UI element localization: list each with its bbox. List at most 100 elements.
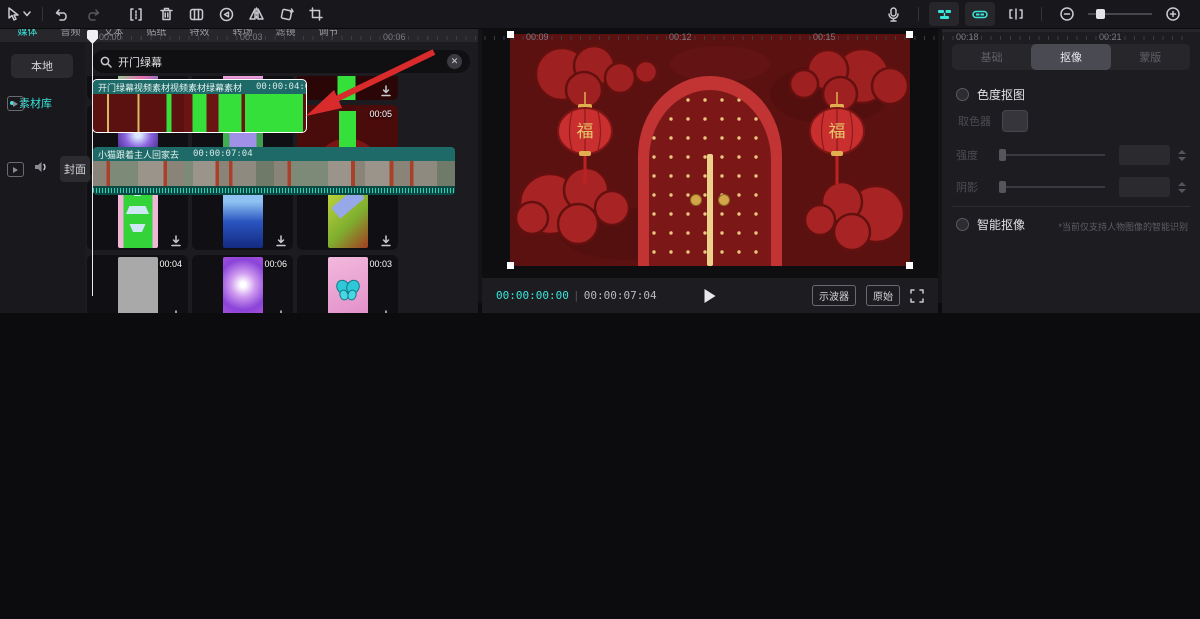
audio-waveform <box>93 186 455 195</box>
library-item[interactable]: 00:04 <box>87 255 188 313</box>
chevron-down-icon <box>23 11 31 17</box>
freeze-frame-button[interactable] <box>181 2 211 26</box>
divider <box>1041 7 1042 21</box>
download-icon[interactable] <box>380 309 392 313</box>
thumbnail <box>118 257 158 313</box>
oscilloscope-button[interactable]: 示波器 <box>812 285 856 306</box>
download-icon[interactable] <box>170 234 182 246</box>
overlay-track-icon[interactable] <box>7 96 24 111</box>
main-track-magnet-toggle[interactable] <box>929 2 959 26</box>
crop-icon <box>309 7 323 21</box>
slider-handle[interactable] <box>999 149 1006 161</box>
crop-button[interactable] <box>301 2 331 26</box>
timeline-ruler[interactable]: 00:00 00:03 00:06 00:09 00:12 00:15 00:1… <box>0 30 1200 48</box>
strength-value[interactable] <box>1119 145 1170 165</box>
shadow-stepper[interactable] <box>1178 182 1186 193</box>
cover-button[interactable]: 封面 <box>60 156 90 182</box>
download-icon[interactable] <box>275 309 287 313</box>
current-time: 00:00:00:00 <box>496 289 569 302</box>
play-icon[interactable] <box>705 289 716 303</box>
main-track-icon[interactable] <box>7 162 24 177</box>
strength-slider[interactable] <box>999 154 1105 156</box>
app-window: 媒体 音频 TI 文本 贴纸 特效 转场 <box>0 0 1200 619</box>
original-ratio-button[interactable]: 原始 <box>866 285 900 306</box>
library-item[interactable] <box>297 76 398 100</box>
mirror-button[interactable] <box>241 2 271 26</box>
clear-search-icon[interactable]: ✕ <box>447 54 462 69</box>
transform-handle[interactable] <box>906 31 913 38</box>
slider-handle[interactable] <box>999 181 1006 193</box>
mic-icon <box>888 7 899 22</box>
divider <box>918 7 919 21</box>
download-icon[interactable] <box>380 84 392 96</box>
delete-button[interactable] <box>151 2 181 26</box>
clip-filmstrip <box>93 94 306 132</box>
divider <box>42 7 43 21</box>
mirror-icon <box>248 7 265 21</box>
link-icon <box>972 9 988 20</box>
search-icon <box>100 56 112 68</box>
video-preview[interactable]: 福 福 <box>510 34 910 266</box>
preview-axis-icon <box>1008 8 1024 20</box>
reverse-icon <box>219 7 234 22</box>
shadow-slider[interactable] <box>999 186 1105 188</box>
freeze-icon <box>189 8 204 21</box>
playhead-line[interactable] <box>92 30 93 296</box>
checkbox[interactable] <box>956 218 969 231</box>
divider <box>952 206 1190 207</box>
zoom-in-icon[interactable] <box>1158 2 1188 26</box>
redo-button[interactable] <box>77 2 107 26</box>
strength-stepper[interactable] <box>1178 150 1186 161</box>
search-value: 开门绿幕 <box>118 54 162 70</box>
checkbox[interactable] <box>956 88 969 101</box>
select-tool-button[interactable] <box>0 2 38 26</box>
library-item[interactable]: 00:03 <box>297 255 398 313</box>
download-icon[interactable] <box>275 234 287 246</box>
reverse-button[interactable] <box>211 2 241 26</box>
zoom-out-icon[interactable] <box>1052 2 1082 26</box>
thumbnail <box>223 257 263 313</box>
local-tab[interactable]: 本地 <box>11 54 73 78</box>
split-button[interactable] <box>121 2 151 26</box>
library-item[interactable]: 00:06 <box>192 255 293 313</box>
transform-handle[interactable] <box>906 262 913 269</box>
record-voiceover-button[interactable] <box>878 2 908 26</box>
shadow-value[interactable] <box>1119 177 1170 197</box>
preview-frame-graphic: 福 福 <box>510 34 910 266</box>
shadow-row: 阴影 <box>956 178 1186 196</box>
transform-handle[interactable] <box>507 31 514 38</box>
color-picker-swatch[interactable] <box>1002 110 1028 132</box>
split-icon <box>129 8 143 21</box>
fullscreen-icon[interactable] <box>910 289 924 303</box>
total-duration: 00:00:07:04 <box>584 289 657 302</box>
clip-header: 开门绿幕视频素材视频素材绿幕素材 00:00:04:04 <box>93 80 306 94</box>
clip-greenscreen[interactable]: 开门绿幕视频素材视频素材绿幕素材 00:00:04:04 <box>93 80 306 132</box>
lantern-fu-char: 福 <box>829 122 846 141</box>
rotate-icon <box>279 7 294 22</box>
delete-icon <box>160 7 173 21</box>
clip-cat-video[interactable]: 小猫跟着主人回家去 00:00:07:04 <box>93 147 455 195</box>
player-controls: 00:00:00:00 | 00:00:07:04 示波器 原始 <box>482 278 938 313</box>
redo-icon <box>85 8 100 21</box>
chroma-key-toggle[interactable]: 色度抠图 <box>956 86 1025 103</box>
speaker-icon[interactable] <box>33 160 49 174</box>
clip-header: 小猫跟着主人回家去 00:00:07:04 <box>93 147 455 161</box>
zoom-slider[interactable] <box>1088 7 1152 21</box>
transform-handle[interactable] <box>507 262 514 269</box>
auto-snap-toggle[interactable] <box>965 2 995 26</box>
undo-button[interactable] <box>47 2 77 26</box>
zoom-slider-handle[interactable] <box>1096 9 1105 19</box>
download-icon[interactable] <box>170 309 182 313</box>
smart-keying-toggle[interactable]: 智能抠像 <box>956 216 1025 233</box>
player-stage: 福 福 <box>482 28 938 278</box>
preview-axis-toggle[interactable] <box>1001 2 1031 26</box>
timeline-toolbar <box>0 0 1200 29</box>
rotate-button[interactable] <box>271 2 301 26</box>
color-picker-label: 取色器 <box>958 113 991 129</box>
search-input[interactable]: 开门绿幕 ✕ <box>92 50 470 73</box>
smart-keying-hint: *当前仅支持人物图像的智能识别 <box>1058 220 1188 233</box>
download-icon[interactable] <box>380 234 392 246</box>
select-cursor-icon <box>7 7 20 21</box>
clip-filmstrip <box>93 161 455 186</box>
strength-row: 强度 <box>956 146 1186 164</box>
